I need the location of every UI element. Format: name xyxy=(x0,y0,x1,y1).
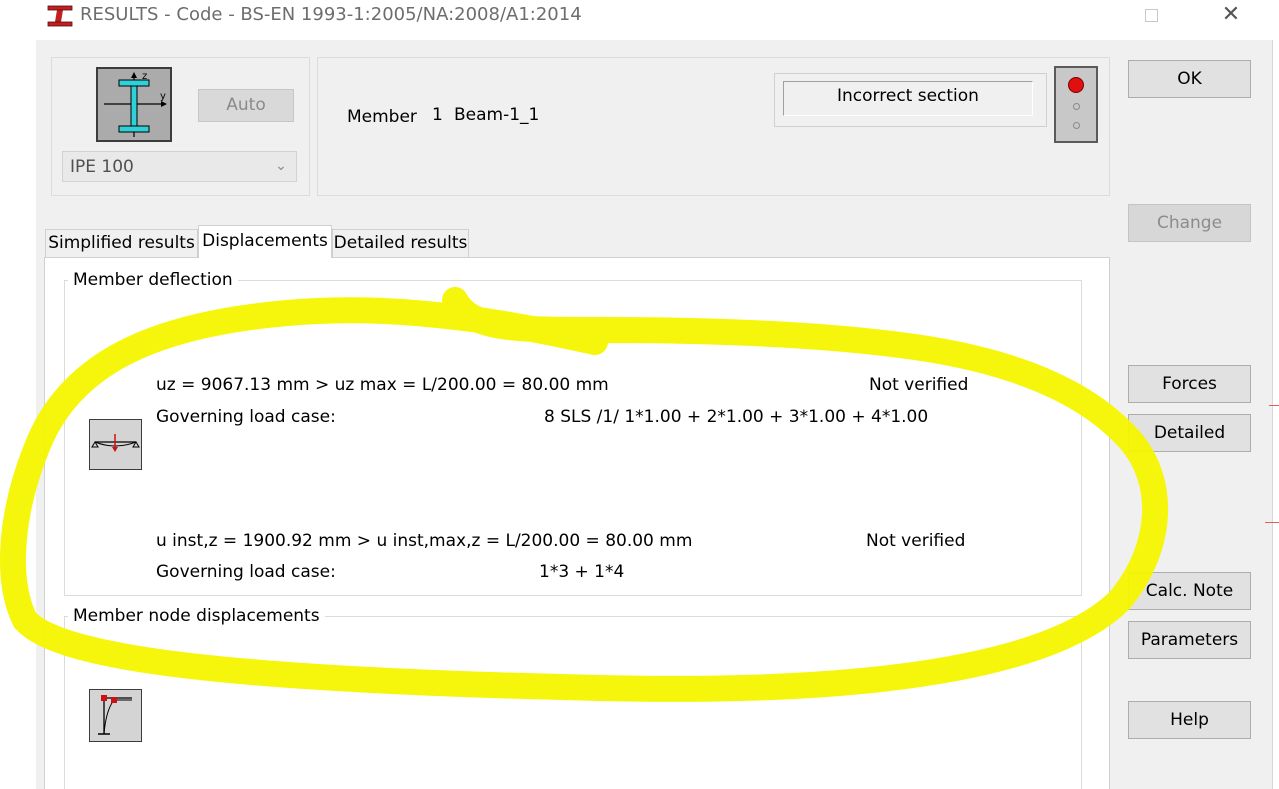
window-title: RESULTS - Code - BS-EN 1993-1:2005/NA:20… xyxy=(80,4,582,25)
title-bar: RESULTS - Code - BS-EN 1993-1:2005/NA:20… xyxy=(0,0,1279,32)
chevron-down-icon[interactable]: ⌄ xyxy=(266,152,296,181)
maximize-icon xyxy=(1144,9,1158,22)
auto-button[interactable]: Auto xyxy=(198,89,294,122)
amber-light-icon xyxy=(1073,103,1080,110)
red-light-icon xyxy=(1068,77,1084,93)
uinst-result: u inst,z = 1900.92 mm > u inst,max,z = L… xyxy=(156,531,693,551)
forces-button[interactable]: Forces xyxy=(1128,365,1251,403)
results-window: RESULTS - Code - BS-EN 1993-1:2005/NA:20… xyxy=(0,0,1279,789)
close-button[interactable]: ✕ xyxy=(1211,0,1251,32)
beam-deflection-icon xyxy=(91,434,140,452)
help-button[interactable]: Help xyxy=(1128,701,1251,739)
tab-simplified-results[interactable]: Simplified results xyxy=(45,229,198,257)
member-name: Beam-1_1 xyxy=(454,105,540,125)
window-edge xyxy=(1272,40,1279,789)
i-beam-section-icon: z y xyxy=(104,71,167,137)
section-dropdown-value: IPE 100 xyxy=(70,157,134,177)
member-number: 1 xyxy=(432,105,443,125)
green-light-icon xyxy=(1073,122,1080,129)
app-logo-icon xyxy=(47,5,73,27)
tab-detailed-results[interactable]: Detailed results xyxy=(332,229,469,257)
axis-y-label: y xyxy=(160,91,166,102)
member-node-displacements-group xyxy=(64,616,1082,789)
member-deflection-caption: Member deflection xyxy=(68,270,238,290)
parameters-button[interactable]: Parameters xyxy=(1128,621,1251,659)
status-indicator xyxy=(1054,66,1098,143)
background-line xyxy=(1269,405,1279,406)
member-node-displacements-caption: Member node displacements xyxy=(68,606,325,626)
calc-note-button[interactable]: Calc. Note xyxy=(1128,572,1251,610)
node-displacement-button[interactable] xyxy=(89,689,142,742)
uz-status: Not verified xyxy=(869,375,969,395)
uz-load-case-label: Governing load case: xyxy=(156,407,336,427)
detailed-button[interactable]: Detailed xyxy=(1128,414,1251,452)
uinst-load-case-value: 1*3 + 1*4 xyxy=(539,562,625,582)
ok-button[interactable]: OK xyxy=(1128,60,1251,98)
deflection-diagram-button[interactable] xyxy=(89,419,142,470)
uz-load-case-value: 8 SLS /1/ 1*1.00 + 2*1.00 + 3*1.00 + 4*1… xyxy=(544,407,929,427)
tab-displacements[interactable]: Displacements xyxy=(198,225,332,258)
uinst-status: Not verified xyxy=(866,531,966,551)
section-dropdown[interactable]: IPE 100 ⌄ xyxy=(62,151,297,182)
maximize-button[interactable] xyxy=(1131,0,1171,32)
member-label: Member xyxy=(347,107,417,127)
status-message: Incorrect section xyxy=(783,81,1033,116)
section-profile-button[interactable]: z y xyxy=(96,67,172,142)
uinst-load-case-label: Governing load case: xyxy=(156,562,336,582)
background-line xyxy=(1265,522,1279,523)
uz-result: uz = 9067.13 mm > uz max = L/200.00 = 80… xyxy=(156,375,609,395)
change-button[interactable]: Change xyxy=(1128,204,1251,242)
frame-node-icon xyxy=(98,695,132,735)
